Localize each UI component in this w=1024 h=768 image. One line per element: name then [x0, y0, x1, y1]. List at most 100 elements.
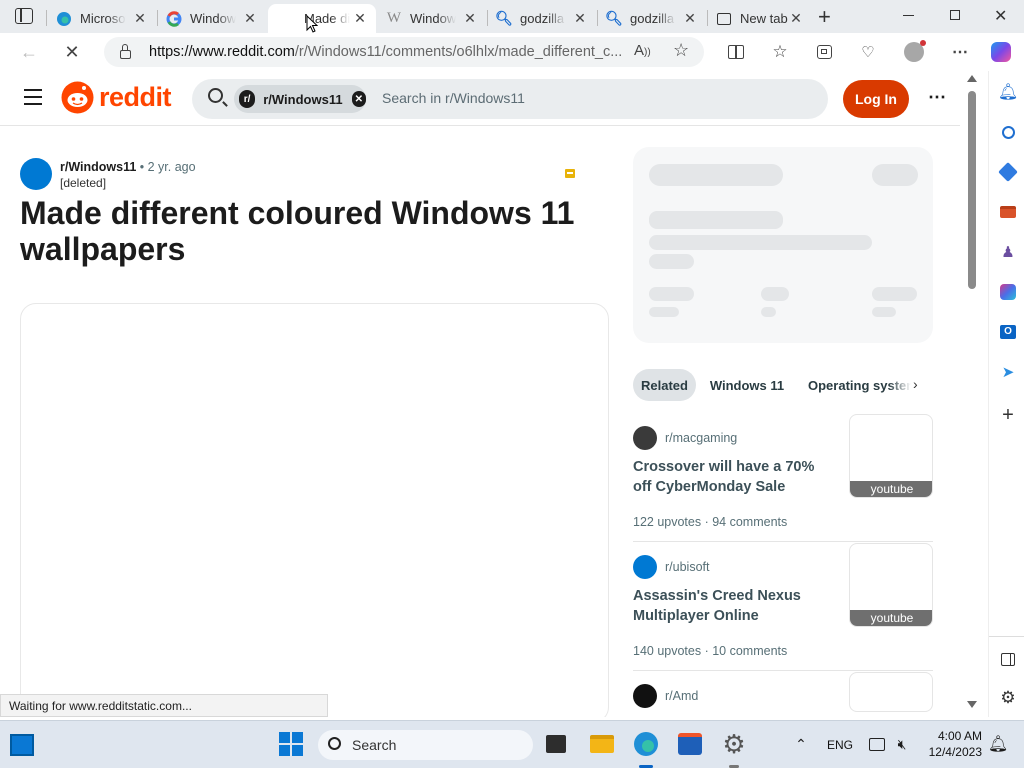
address-bar[interactable]: https://www.reddit.com/r/Windows11/comme… — [104, 37, 704, 67]
search-input[interactable]: Search in r/Windows11 — [382, 90, 525, 106]
browser-essentials-icon[interactable]: ♡ — [857, 41, 879, 63]
community-avatar — [633, 684, 657, 708]
split-screen-icon[interactable] — [725, 41, 747, 63]
search-icon — [208, 88, 223, 103]
settings-gear-icon[interactable]: ⚙ — [721, 729, 747, 759]
games-icon[interactable]: ♟ — [997, 241, 1019, 263]
settings-more-icon[interactable]: ⋯ — [949, 41, 971, 63]
lock-icon[interactable] — [120, 44, 131, 59]
notification-center-icon[interactable]: 🔔︎ — [985, 731, 1011, 757]
post-title: Made different coloured Windows 11 wallp… — [20, 195, 575, 267]
taskbar-search[interactable]: Search — [318, 730, 533, 760]
windows-taskbar: Search ⚙ ⌃ ENG 🔇︎ 4:00 AM 12/4/2023 🔔︎ — [0, 720, 1024, 768]
outlook-icon[interactable]: O — [997, 321, 1019, 343]
file-explorer-icon[interactable] — [589, 731, 615, 757]
hide-sidebar-icon[interactable] — [997, 648, 1019, 670]
tab-4[interactable]: 🔍︎ godzilla ✕ — [488, 4, 596, 33]
tab-1[interactable]: Windows ✕ — [158, 4, 266, 33]
subreddit-filter-chip[interactable]: r/ r/Windows11 ✕ — [234, 85, 366, 113]
tab-3[interactable]: W Windows ✕ — [378, 4, 486, 33]
chevron-right-icon[interactable]: › — [913, 376, 918, 392]
close-window-button[interactable]: ✕ — [994, 6, 1007, 26]
back-button[interactable]: ← — [18, 41, 40, 63]
favorites-icon[interactable]: ☆ — [769, 41, 791, 63]
search-icon[interactable] — [997, 121, 1019, 143]
page-content: reddit r/ r/Windows11 ✕ Search in r/Wind… — [0, 71, 988, 717]
login-button[interactable]: Log In — [843, 80, 909, 118]
close-tab-icon[interactable]: ✕ — [242, 10, 258, 27]
stop-loading-button[interactable]: ✕ — [61, 41, 83, 63]
profile-avatar[interactable] — [903, 40, 926, 63]
tab-windows-11[interactable]: Windows 11 — [705, 369, 789, 401]
tab-actions-icon[interactable] — [15, 8, 33, 24]
new-tab-button[interactable]: + — [818, 4, 831, 30]
post-subreddit[interactable]: r/Windows11 — [60, 160, 136, 174]
clock-time[interactable]: 4:00 AM — [922, 728, 982, 744]
volume-muted-icon[interactable]: 🔇︎ — [889, 731, 915, 757]
related-thumbnail[interactable]: youtube — [849, 414, 933, 498]
scroll-down-icon[interactable] — [967, 701, 977, 708]
status-bar: Waiting for www.redditstatic.com... — [0, 694, 328, 717]
tab-6[interactable]: New tab ✕ — [708, 4, 812, 33]
hamburger-menu-icon[interactable] — [24, 89, 42, 105]
favorite-star-icon[interactable]: ☆ — [673, 40, 689, 61]
notifications-bell-icon[interactable]: 🔔︎ — [997, 81, 1019, 103]
shopping-tag-icon[interactable] — [997, 161, 1019, 183]
reddit-logo[interactable]: reddit — [61, 81, 172, 114]
edge-taskbar-icon[interactable] — [633, 731, 659, 757]
language-indicator[interactable]: ENG — [827, 738, 853, 752]
close-tab-icon[interactable]: ✕ — [682, 10, 698, 27]
tab-2-active[interactable]: Made di ✕ — [268, 4, 376, 33]
close-tab-icon[interactable]: ✕ — [572, 10, 588, 27]
minimize-button[interactable] — [903, 15, 914, 16]
related-subreddit[interactable]: r/Amd — [665, 689, 698, 703]
subreddit-avatar-icon: r/ — [239, 90, 256, 108]
close-tab-icon[interactable]: ✕ — [788, 10, 804, 27]
related-thumbnail[interactable]: youtube — [849, 543, 933, 627]
send-drop-icon[interactable]: ➤ — [997, 361, 1019, 383]
clock-date[interactable]: 12/4/2023 — [922, 744, 982, 760]
more-options-icon[interactable]: ⋯ — [928, 87, 946, 108]
subreddit-avatar[interactable] — [20, 158, 52, 190]
scroll-up-icon[interactable] — [967, 75, 977, 82]
close-tab-icon[interactable]: ✕ — [462, 10, 478, 27]
restore-button[interactable] — [950, 10, 960, 20]
tab-0[interactable]: Microsoft ✕ — [48, 4, 156, 33]
search-bar[interactable]: r/ r/Windows11 ✕ Search in r/Windows11 — [192, 79, 828, 119]
read-aloud-icon[interactable]: A)) — [634, 42, 651, 59]
remove-filter-icon[interactable]: ✕ — [351, 91, 366, 107]
google-icon — [166, 10, 182, 27]
sidebar-settings-gear-icon[interactable]: ⚙ — [997, 687, 1019, 709]
tab-5[interactable]: 🔍︎ godzilla ✕ — [598, 4, 706, 33]
copilot-icon[interactable] — [990, 41, 1012, 63]
related-subreddit[interactable]: r/macgaming — [665, 431, 737, 445]
close-tab-icon[interactable]: ✕ — [132, 10, 148, 27]
scrollbar-thumb[interactable] — [968, 91, 976, 289]
wikipedia-icon: W — [386, 10, 402, 26]
related-title[interactable]: Crossover will have a 70% off CyberMonda… — [633, 457, 833, 497]
microsoft-365-icon[interactable] — [997, 281, 1019, 303]
collections-icon[interactable] — [813, 41, 835, 63]
microsoft-store-icon[interactable] — [677, 731, 703, 757]
add-sidebar-app-icon[interactable]: + — [997, 404, 1019, 426]
related-subreddit[interactable]: r/ubisoft — [665, 560, 709, 574]
task-view-icon[interactable] — [543, 731, 569, 757]
tab-related[interactable]: Related — [633, 369, 696, 401]
newtab-icon — [716, 11, 732, 27]
search-icon: 🔍︎ — [605, 10, 623, 26]
chevron-up-icon[interactable]: ⌃ — [788, 731, 814, 757]
tools-briefcase-icon[interactable] — [997, 201, 1019, 223]
reddit-header: reddit r/ r/Windows11 ✕ Search in r/Wind… — [0, 71, 960, 126]
close-tab-icon[interactable]: ✕ — [352, 10, 368, 27]
search-icon — [328, 737, 341, 750]
edge-icon — [56, 11, 72, 27]
start-windows-icon[interactable] — [278, 731, 304, 757]
page-scrollbar[interactable] — [966, 71, 978, 717]
related-thumbnail[interactable] — [849, 672, 933, 712]
reddit-wordmark: reddit — [99, 82, 172, 112]
widgets-icon[interactable] — [9, 732, 35, 758]
tab-operating-system[interactable]: Operating system — [799, 369, 911, 401]
community-avatar — [633, 555, 657, 579]
network-icon[interactable] — [864, 731, 890, 757]
related-title[interactable]: Assassin's Creed Nexus Multiplayer Onlin… — [633, 586, 833, 626]
